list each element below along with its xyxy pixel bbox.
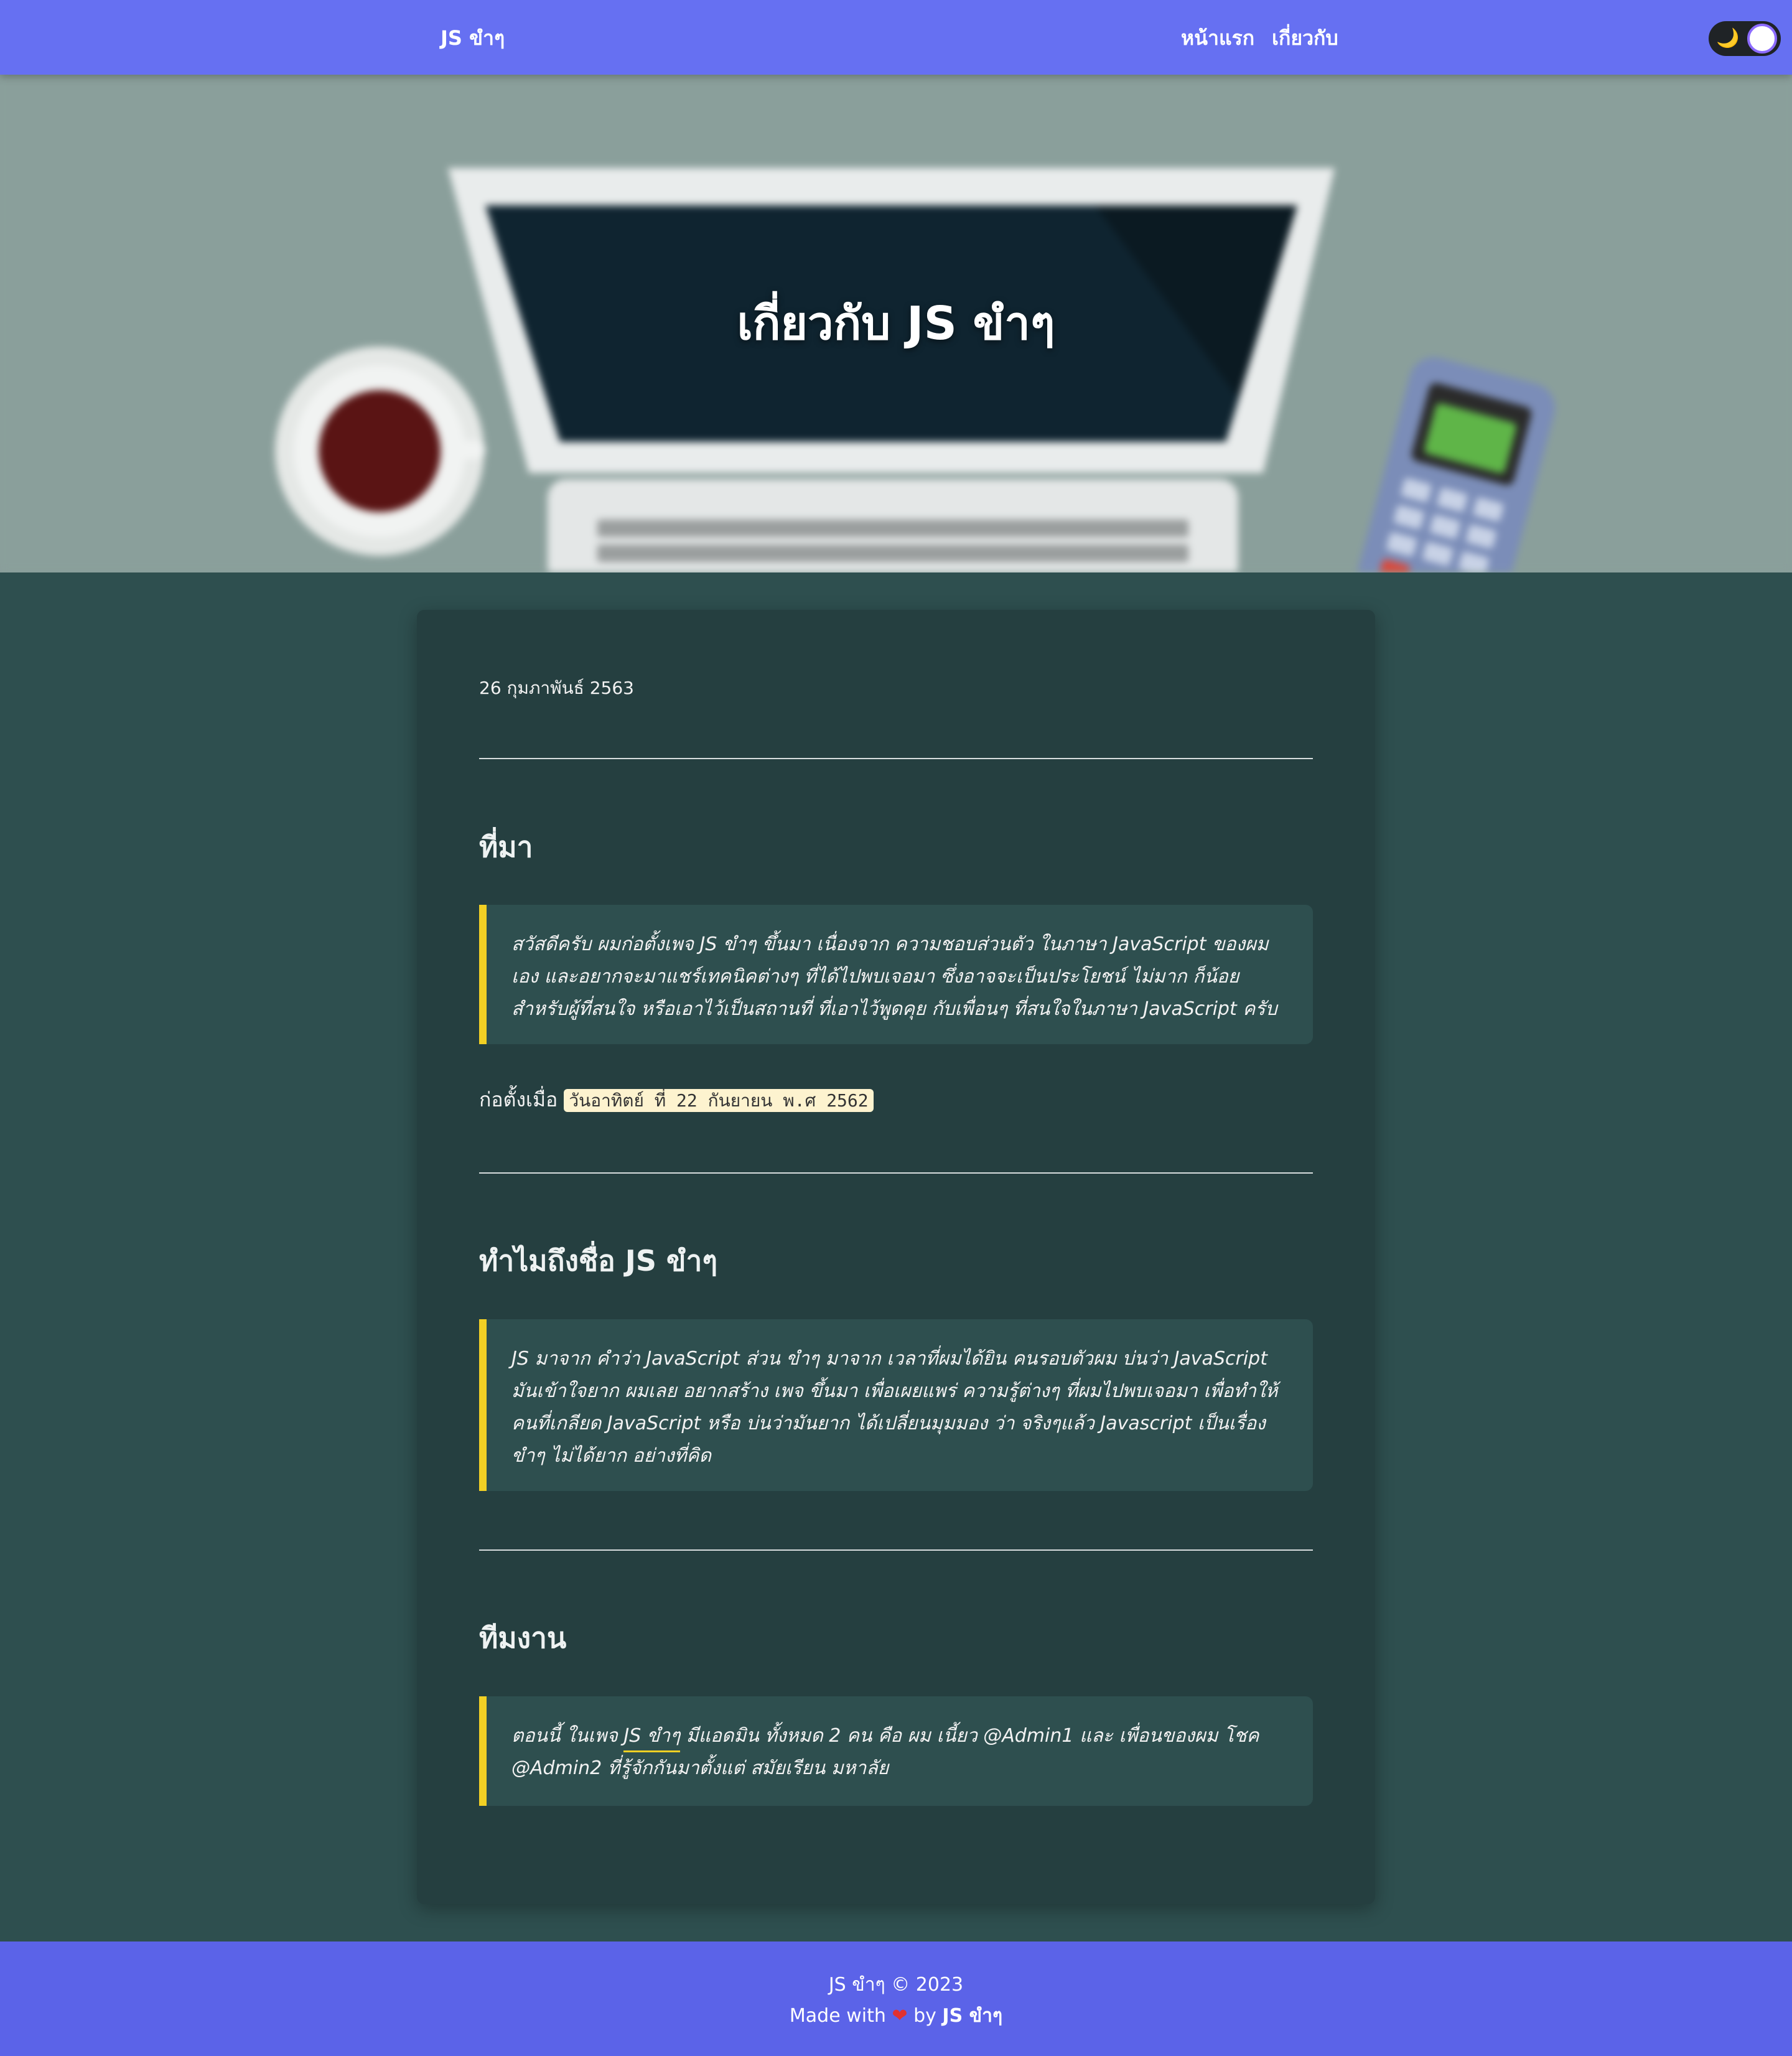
section-heading-origin: ที่มา xyxy=(479,830,533,864)
founded-date-code: วันอาทิตย์ ที่ 22 กันยายน พ.ศ 2562 xyxy=(564,1089,874,1112)
quote-text: ตอนนี้ ในเพจ JS ขำๆ มีแอดมิน ทั้งหมด 2 ค… xyxy=(511,1720,1292,1785)
nav-link-about[interactable]: เกี่ยวกับ xyxy=(1272,22,1338,54)
blockquote-team: ตอนนี้ ในเพจ JS ขำๆ มีแอดมิน ทั้งหมด 2 ค… xyxy=(479,1696,1313,1806)
divider xyxy=(479,1172,1313,1174)
hero-banner: เกี่ยวกับ JS ขำๆ xyxy=(0,75,1792,572)
divider xyxy=(479,1549,1313,1551)
founded-label: ก่อตั้งเมื่อ xyxy=(479,1088,558,1111)
made-with-label: Made with xyxy=(789,2005,886,2027)
divider xyxy=(479,758,1313,759)
navbar: JS ขำๆ หน้าแรก เกี่ยวกับ 🌙 xyxy=(0,0,1792,75)
footer-brand-link[interactable]: JS ขำๆ xyxy=(942,2005,1002,2027)
moon-icon: 🌙 xyxy=(1716,27,1740,49)
quote-text: สวัสดีครับ ผมก่อตั้งเพจ JS ขำๆ ขึ้นมา เน… xyxy=(511,933,1277,1020)
page-link[interactable]: JS ขำๆ xyxy=(623,1725,681,1752)
toggle-knob xyxy=(1747,24,1777,54)
section-heading-team: ทีมงาน xyxy=(479,1621,567,1655)
theme-toggle[interactable]: 🌙 xyxy=(1709,21,1781,56)
founded-info: ก่อตั้งเมื่อ วันอาทิตย์ ที่ 22 กันยายน พ… xyxy=(479,1084,874,1116)
quote-text: JS มาจาก คำว่า JavaScript ส่วน ขำๆ มาจาก… xyxy=(511,1348,1278,1467)
footer: JS ขำๆ © 2023 Made with ❤ by JS ขำๆ xyxy=(0,1942,1792,2056)
made-with-text: Made with ❤ by JS ขำๆ xyxy=(0,2001,1792,2030)
heart-icon: ❤ xyxy=(892,2005,908,2027)
section-heading-why-name: ทำไมถึงชื่อ JS ขำๆ xyxy=(479,1244,718,1278)
page-title: เกี่ยวกับ JS ขำๆ xyxy=(737,297,1055,350)
post-date: 26 กุมภาพันธ์ 2563 xyxy=(479,678,634,698)
quote-text-prefix: ตอนนี้ ในเพจ xyxy=(511,1725,624,1747)
by-label: by xyxy=(913,2005,936,2027)
blockquote-why-name: JS มาจาก คำว่า JavaScript ส่วน ขำๆ มาจาก… xyxy=(479,1319,1313,1491)
blockquote-origin: สวัสดีครับ ผมก่อตั้งเพจ JS ขำๆ ขึ้นมา เน… xyxy=(479,905,1313,1044)
brand-logo-link[interactable]: JS ขำๆ xyxy=(441,22,505,54)
nav-link-home[interactable]: หน้าแรก xyxy=(1181,22,1254,54)
article-card: 26 กุมภาพันธ์ 2563 ที่มา สวัสดีครับ ผมก่… xyxy=(417,610,1375,1904)
copyright-text: JS ขำๆ © 2023 xyxy=(828,1974,964,1996)
